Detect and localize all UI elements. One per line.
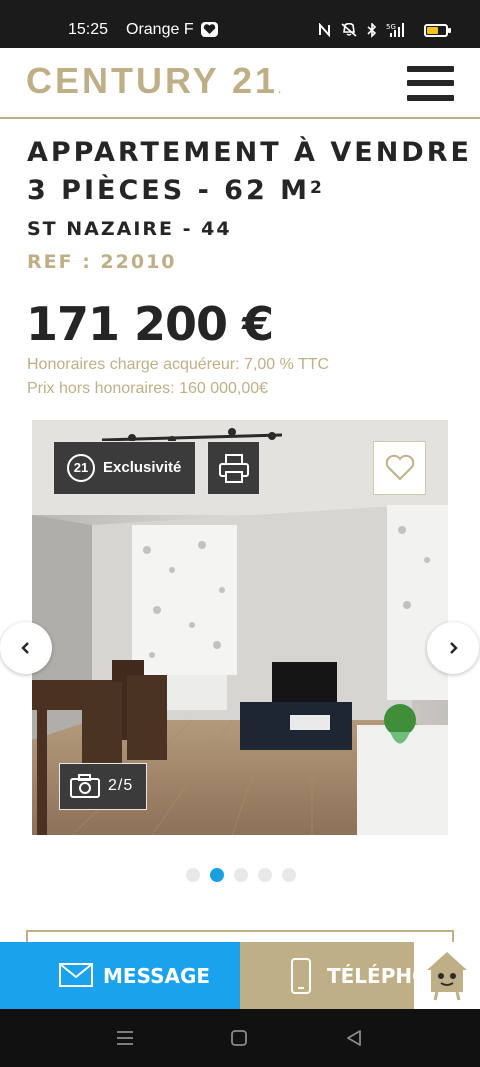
listing-title: APPARTEMENT À VENDRE 3 PIÈCES - 62 M2 [27, 134, 472, 210]
hamburger-menu-icon[interactable] [407, 66, 454, 101]
back-icon[interactable] [345, 1029, 363, 1047]
listing-price: 171 200 € [26, 297, 274, 351]
system-navigation-bar [0, 1009, 480, 1067]
title-line-2: 3 PIÈCES - 62 M2 [27, 175, 325, 206]
favorite-button[interactable] [373, 441, 426, 495]
contact-action-bar: MESSAGE TÉLÉPHONE [0, 942, 480, 1009]
pagination-dot[interactable] [186, 868, 200, 882]
house-mascot-icon [427, 952, 467, 1001]
chevron-right-icon [450, 642, 458, 654]
phone-button[interactable]: TÉLÉPHONE [240, 942, 414, 1009]
svg-text:5G: 5G [386, 23, 396, 31]
photo-counter-text: 2/5 [108, 777, 134, 794]
message-button[interactable]: MESSAGE [0, 942, 240, 1009]
pagination-dot[interactable] [234, 868, 248, 882]
pagination-dot[interactable] [258, 868, 272, 882]
gallery-pagination [186, 868, 296, 882]
home-icon[interactable] [230, 1029, 248, 1047]
pagination-dot[interactable] [282, 868, 296, 882]
message-label: MESSAGE [103, 964, 211, 988]
net-price: Prix hors honoraires: 160 000,00€ [27, 380, 269, 397]
next-photo-button[interactable] [427, 622, 479, 674]
chevron-left-icon [21, 642, 29, 654]
status-time: 15:25 [68, 21, 109, 38]
listing-photo[interactable]: 21 Exclusivité 2/5 [32, 420, 448, 835]
photo-counter: 2/5 [59, 763, 147, 810]
recent-apps-icon[interactable] [115, 1029, 135, 1047]
envelope-icon [59, 963, 93, 987]
listing-ref: REF : 22010 [27, 251, 177, 273]
battery-icon [424, 24, 451, 37]
printer-icon [219, 454, 249, 483]
app-notification-icon [201, 22, 218, 37]
vibrate-off-icon [341, 23, 357, 37]
pagination-dot-active[interactable] [210, 868, 224, 882]
previous-photo-button[interactable] [0, 622, 52, 674]
century21-logo[interactable]: CENTURY 21. [26, 60, 281, 102]
century21-badge-icon: 21 [67, 454, 95, 482]
logo-text: CENTURY 21 [26, 60, 279, 101]
signal-icon: 5G [386, 23, 404, 37]
agency-fees: Honoraires charge acquéreur: 7,00 % TTC [27, 356, 330, 373]
status-bar: 15:25 Orange F 5G [0, 0, 480, 48]
logo-dot: . [278, 85, 281, 96]
chat-assistant-button[interactable] [414, 942, 480, 1009]
exclusive-label: Exclusivité [103, 459, 182, 476]
phone-label: TÉLÉPHONE [327, 964, 414, 988]
smartphone-icon [291, 958, 311, 994]
nfc-icon [319, 23, 330, 37]
title-line-1: APPARTEMENT À VENDRE [27, 137, 472, 168]
site-header: CENTURY 21. [0, 48, 480, 119]
bluetooth-icon [367, 22, 377, 38]
camera-icon [70, 774, 100, 798]
listing-location: ST NAZAIRE - 44 [27, 218, 232, 240]
status-carrier: Orange F [126, 21, 194, 38]
status-icons: 5G [318, 20, 406, 40]
heart-icon [385, 454, 415, 481]
exclusive-badge: 21 Exclusivité [53, 441, 196, 495]
print-button[interactable] [207, 441, 260, 495]
